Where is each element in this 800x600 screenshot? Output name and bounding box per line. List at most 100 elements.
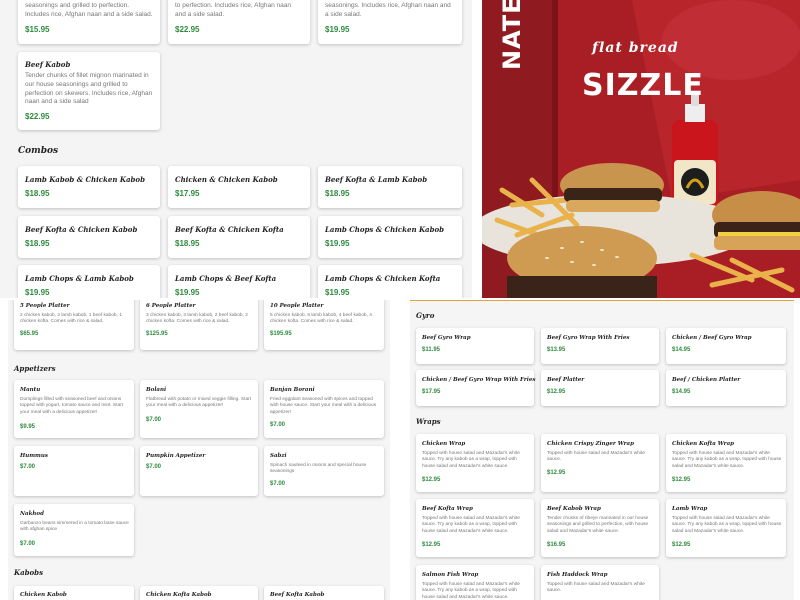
menu-item-name: Chicken & Chicken Kabob — [175, 175, 278, 184]
menu-item-price: $18.95 — [175, 239, 200, 248]
menu-item-price: $7.00 — [20, 541, 36, 547]
menu-card-combo[interactable]: Beef Kofta & Chicken Kabob $18.95 — [18, 216, 160, 258]
menu-card-kabob[interactable]: Chicken Kofta Kabob — [140, 586, 258, 600]
menu-card-appetizer[interactable]: Nakhod Garbanzo beans simmered in a toma… — [14, 504, 134, 556]
sign-text-left: NATED — [498, 0, 526, 70]
menu-item-price: $19.95 — [25, 288, 50, 297]
menu-item-name: Beef Kofta & Chicken Kabob — [25, 225, 138, 234]
menu-item-description: Dumplings filled with seasoned beef and … — [20, 397, 124, 415]
menu-card-appetizer[interactable]: Mantu Dumplings filled with seasoned bee… — [14, 380, 134, 438]
menu-card-gyro[interactable]: Beef Platter $12.95 — [541, 370, 659, 406]
menu-card-wrap[interactable]: Fish Haddock Wrap Topped with house sala… — [541, 565, 659, 600]
sign-text-middle: flat bread — [592, 40, 679, 56]
menu-card-wrap[interactable]: Beef Kabob Wrap Tender chunks of ribeye … — [541, 499, 659, 557]
menu-card-platter[interactable]: 10 People Platter 5 chicken kabob, 5 lam… — [264, 300, 384, 350]
menu-card-appetizer[interactable]: Bolani Flatbread with potato or mixed ve… — [140, 380, 258, 438]
menu-item-name: Beef Kabob Wrap — [547, 506, 601, 512]
menu-item-name: Beef Kabob — [25, 60, 71, 69]
menu-card-gyro[interactable]: Chicken / Beef Gyro Wrap With Fries $17.… — [416, 370, 535, 406]
menu-item-name: Sabzi — [270, 453, 287, 459]
menu-item-name: Beef / Chicken Platter — [672, 377, 741, 383]
menu-item-price: $19.95 — [325, 239, 350, 248]
menu-item-name: Lamb Kabob & Chicken Kabob — [25, 175, 145, 184]
menu-item-description: Fried eggplant seasoned with spices and … — [270, 397, 377, 415]
menu-card-wrap[interactable]: Chicken Crispy Zinger Wrap Topped with h… — [541, 434, 659, 492]
menu-item-name: Beef Gyro Wrap — [422, 335, 471, 341]
menu-item-name: Lamb Wrap — [672, 506, 708, 512]
menu-item-name: Chicken Wrap — [422, 441, 466, 447]
menu-item-description: Topped with house salad and Mazadar's wh… — [547, 451, 645, 463]
menu-item-description: Garbanzo beans simmered in a tomato base… — [20, 521, 129, 533]
menu-item-name: Pumpkin Appetizer — [146, 453, 206, 459]
menu-item-price: $7.00 — [270, 422, 286, 428]
menu-card-gyro[interactable]: Beef Gyro Wrap $11.95 — [416, 328, 534, 364]
menu-item-name: Beef Kofta & Lamb Kabob — [325, 175, 428, 184]
menu-card-wrap[interactable]: Chicken Kofta Wrap Topped with house sal… — [666, 434, 786, 492]
menu-item-description: seasonings and grilled to perfection. In… — [25, 2, 153, 18]
menu-item-price: $12.95 — [547, 470, 566, 476]
menu-item-description: seasonings. Includes rice, Afghan naan a… — [325, 2, 451, 18]
menu-item-name: Beef Kofta & Chicken Kofta — [175, 225, 284, 234]
menu-item-name: Nakhod — [20, 511, 44, 517]
menu-item-price: $7.00 — [270, 481, 286, 487]
menu-item-name: Salmon Fish Wrap — [422, 572, 479, 578]
menu-item-name: Fish Haddock Wrap — [547, 572, 608, 578]
menu-item-price: $12.95 — [672, 542, 691, 548]
menu-card-wrap[interactable]: Chicken Wrap Topped with house salad and… — [416, 434, 534, 492]
menu-item-name: Chicken Kofta Wrap — [672, 441, 734, 447]
menu-item-description: Topped with house salad and Mazadar's wh… — [672, 516, 782, 534]
menu-item-name: Lamb Chops & Chicken Kofta — [325, 274, 441, 283]
menu-item-price: $18.95 — [25, 239, 50, 248]
menu-card-gyro[interactable]: Beef Gyro Wrap With Fries $13.95 — [541, 328, 659, 364]
menu-card-wrap[interactable]: Lamb Wrap Topped with house salad and Ma… — [666, 499, 786, 557]
menu-card-wrap[interactable]: Salmon Fish Wrap Topped with house salad… — [416, 565, 534, 600]
menu-card-combo[interactable]: Lamb Chops & Chicken Kofta $19.95 — [318, 265, 462, 298]
menu-card-wrap[interactable]: Beef Kofta Wrap Topped with house salad … — [416, 499, 534, 557]
menu-item-description: Spinach sauteed in onions and special ho… — [270, 463, 367, 475]
menu-panel-gyro-wraps: Gyro Beef Gyro Wrap $11.95 Beef Gyro Wra… — [410, 300, 794, 600]
menu-card-partial-3[interactable]: seasonings. Includes rice, Afghan naan a… — [318, 0, 462, 44]
section-title-gyro: Gyro — [416, 311, 435, 320]
menu-card-kabob[interactable]: Chicken Kabob — [14, 586, 134, 600]
menu-card-partial-1[interactable]: seasonings and grilled to perfection. In… — [18, 0, 160, 44]
menu-item-description: Topped with house salad and Mazadar's wh… — [422, 582, 520, 600]
menu-card-appetizer[interactable]: Hummus $7.00 — [14, 446, 134, 496]
menu-item-price: $12.95 — [547, 389, 566, 395]
menu-card-combo[interactable]: Beef Kofta & Chicken Kofta $18.95 — [168, 216, 310, 258]
menu-item-price: $15.95 — [25, 25, 50, 34]
menu-item-price: $14.95 — [672, 347, 691, 353]
menu-item-description: Topped with house salad and Mazadar's wh… — [547, 582, 645, 594]
menu-item-price: $195.95 — [270, 331, 292, 337]
menu-card-beef-kabob[interactable]: Beef Kabob Tender chunks of fillet migno… — [18, 52, 160, 130]
menu-card-combo[interactable]: Chicken & Chicken Kabob $17.95 — [168, 166, 310, 208]
menu-card-kabob[interactable]: Beef Kofta Kabob — [264, 586, 384, 600]
menu-item-price: $19.95 — [325, 288, 350, 297]
menu-card-combo[interactable]: Lamb Chops & Lamb Kabob $19.95 — [18, 265, 160, 298]
menu-card-appetizer[interactable]: Banjan Borani Fried eggplant seasoned wi… — [264, 380, 384, 438]
menu-item-name: Beef Kofta Kabob — [270, 592, 325, 598]
menu-item-price: $12.95 — [422, 542, 441, 548]
menu-card-partial-2[interactable]: to perfection. Includes rice, Afghan naa… — [168, 0, 310, 44]
menu-panel-appetizers: 5 People Platter 2 chicken kabob, 2 lamb… — [8, 300, 390, 600]
menu-card-appetizer[interactable]: Pumpkin Appetizer $7.00 — [140, 446, 258, 496]
menu-item-description: 2 chicken kabob, 2 lamb kabob, 1 beef ka… — [20, 313, 122, 325]
menu-card-gyro[interactable]: Chicken / Beef Gyro Wrap $14.95 — [666, 328, 786, 364]
menu-card-platter[interactable]: 6 People Platter 3 chicken kabob, 3 lamb… — [140, 300, 258, 350]
menu-item-price: $16.95 — [547, 542, 566, 548]
menu-card-combo[interactable]: Lamb Kabob & Chicken Kabob $18.95 — [18, 166, 160, 208]
menu-item-description: 5 chicken kabob, 5 lamb kabob, 4 beef ka… — [270, 313, 372, 325]
menu-card-gyro[interactable]: Beef / Chicken Platter $14.95 — [666, 370, 786, 406]
section-title-appetizers: Appetizers — [14, 364, 56, 373]
menu-item-name: Banjan Borani — [270, 387, 315, 393]
menu-item-description: Tender chunks of fillet mignon marinated… — [25, 72, 153, 106]
menu-card-platter[interactable]: 5 People Platter 2 chicken kabob, 2 lamb… — [14, 300, 134, 350]
menu-panel-combos: seasonings and grilled to perfection. In… — [0, 0, 472, 298]
menu-card-combo[interactable]: Lamb Chops & Beef Kofta $19.95 — [168, 265, 310, 298]
menu-card-appetizer[interactable]: Sabzi Spinach sauteed in onions and spec… — [264, 446, 384, 496]
section-title-combos: Combos — [18, 146, 59, 156]
menu-item-price: $12.95 — [422, 477, 441, 483]
menu-card-combo[interactable]: Beef Kofta & Lamb Kabob $18.95 — [318, 166, 462, 208]
menu-item-name: Bolani — [146, 387, 167, 393]
menu-item-price: $65.95 — [20, 331, 39, 337]
menu-card-combo[interactable]: Lamb Chops & Chicken Kabob $19.95 — [318, 216, 462, 258]
